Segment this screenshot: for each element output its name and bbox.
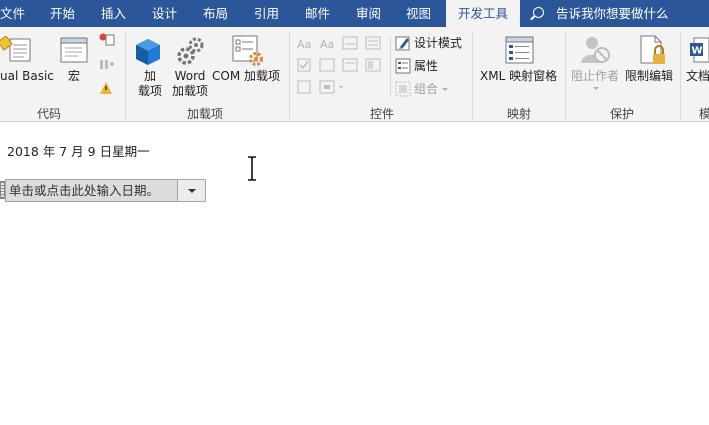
group-templates-label: 模	[699, 107, 709, 121]
addins-store-icon	[136, 39, 160, 65]
macro-small-icons	[99, 33, 115, 94]
svg-text:W: W	[692, 46, 703, 57]
macro-button[interactable]: 宏	[68, 69, 80, 84]
block-authors-button[interactable]: 阻止作者	[571, 69, 619, 84]
ribbon: ual Basic 宏 代码 加 载项 Word 加载项 COM 加载项 加载项…	[0, 27, 709, 122]
group-separator	[289, 31, 290, 119]
tell-me-text: 告诉我你想要做什么	[556, 6, 669, 21]
controls-inner-separator	[390, 37, 391, 97]
svg-text:Aa: Aa	[320, 38, 334, 51]
text-cursor-icon	[248, 156, 256, 181]
visual-basic-icon	[0, 36, 31, 62]
word-addins-label-1: Word	[174, 69, 206, 83]
group-addins-label: 加载项	[187, 107, 224, 121]
svg-text:Aa: Aa	[297, 38, 311, 51]
document-template-button[interactable]: 文档	[686, 69, 709, 84]
com-addins-button[interactable]: COM 加载项	[212, 69, 280, 84]
document-template-icon: W	[690, 37, 709, 63]
xml-mapping-pane-icon	[505, 36, 534, 64]
date-text: 2018 年 7 月 9 日星期一	[7, 144, 150, 159]
tab-design[interactable]: 设计	[152, 0, 177, 27]
visual-basic-button[interactable]: ual Basic	[0, 69, 54, 84]
word-addins-icon	[177, 37, 204, 65]
group-separator	[565, 31, 566, 119]
xml-mapping-pane-button[interactable]: XML 映射窗格	[480, 69, 557, 84]
tab-review[interactable]: 审阅	[356, 0, 381, 27]
addins-button[interactable]: 加 载项	[138, 69, 162, 99]
addins-label-1: 加	[144, 69, 157, 83]
design-mode-icon	[395, 36, 410, 51]
restrict-editing-button[interactable]: 限制编辑	[625, 69, 673, 84]
chevron-down-icon	[441, 88, 448, 91]
group-separator	[125, 31, 126, 119]
com-addins-icon	[232, 35, 263, 66]
group-icon	[395, 81, 411, 97]
group-protect-label: 保护	[610, 107, 635, 121]
properties-icon	[395, 58, 411, 74]
date-picker-dropdown-button[interactable]	[177, 179, 206, 202]
tab-mailings[interactable]: 邮件	[305, 0, 330, 27]
date-picker-input[interactable]: 单击或点击此处输入日期。	[5, 179, 178, 202]
tab-home[interactable]: 开始	[50, 0, 75, 27]
chevron-down-icon	[593, 87, 599, 90]
block-authors-icon	[581, 37, 610, 63]
tab-insert[interactable]: 插入	[101, 0, 126, 27]
tab-layout[interactable]: 布局	[203, 0, 228, 27]
tab-references[interactable]: 引用	[254, 0, 279, 27]
word-addins-label-2: 加载项	[172, 84, 209, 98]
ribbon-tab-bar: 文件 开始 插入 设计 布局 引用 邮件 审阅 视图 开发工具 告诉我你想要做什…	[0, 0, 709, 27]
word-addins-button[interactable]: Word 加载项	[172, 69, 208, 99]
restrict-editing-icon	[640, 35, 665, 64]
group-code-label: 代码	[37, 107, 62, 121]
properties-button[interactable]: 属性	[414, 59, 438, 74]
group-button[interactable]: 组合	[414, 82, 448, 97]
group-label: 组合	[414, 82, 439, 96]
group-separator	[472, 31, 473, 119]
group-separator	[680, 31, 681, 119]
group-controls-label: 控件	[370, 107, 395, 121]
search-icon	[533, 7, 544, 18]
tab-developer[interactable]: 开发工具	[446, 0, 521, 27]
content-controls-gallery-icon: Aa Aa	[297, 36, 381, 94]
document-area[interactable]: 2018 年 7 月 9 日星期一 单击或点击此处输入日期。	[0, 123, 709, 425]
design-mode-button[interactable]: 设计模式	[414, 36, 462, 51]
tab-view[interactable]: 视图	[406, 0, 431, 27]
addins-label-2: 载项	[138, 84, 163, 98]
group-mapping-label: 映射	[507, 107, 532, 121]
tab-file[interactable]: 文件	[0, 0, 25, 27]
macro-icon	[60, 37, 88, 63]
